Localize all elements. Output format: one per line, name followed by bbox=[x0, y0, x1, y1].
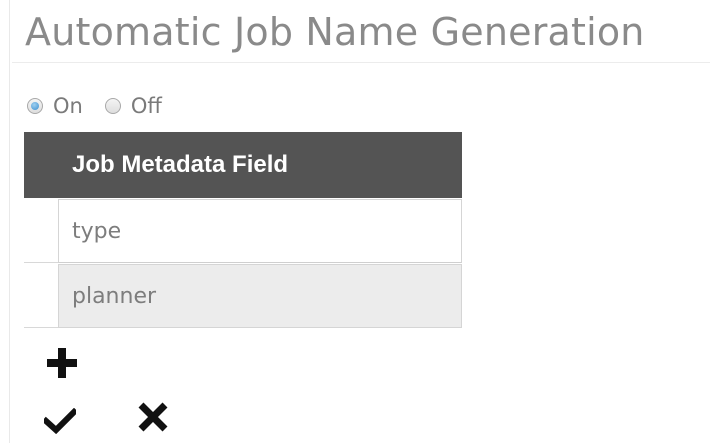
radio-option-off[interactable]: Off bbox=[104, 92, 162, 120]
metadata-field-cell[interactable]: planner bbox=[58, 264, 462, 328]
job-name-generation-toggle: On Off bbox=[27, 92, 184, 120]
add-field-button[interactable] bbox=[44, 345, 80, 381]
section-title: Automatic Job Name Generation bbox=[25, 10, 645, 54]
radio-on-button[interactable] bbox=[27, 98, 43, 114]
radio-on-label: On bbox=[53, 94, 83, 118]
radio-option-on[interactable]: On bbox=[27, 92, 83, 120]
radio-off-button[interactable] bbox=[104, 98, 121, 114]
title-divider bbox=[12, 62, 710, 63]
table-row: type bbox=[24, 199, 462, 263]
metadata-table-header: Job Metadata Field bbox=[24, 132, 462, 198]
row-drag-handle[interactable] bbox=[24, 199, 58, 263]
column-header-job-metadata-field: Job Metadata Field bbox=[72, 151, 289, 178]
row-drag-handle[interactable] bbox=[24, 264, 58, 328]
table-row: planner bbox=[24, 264, 462, 328]
radio-off-label: Off bbox=[130, 94, 162, 118]
check-icon bbox=[41, 407, 79, 435]
cancel-button[interactable] bbox=[136, 400, 170, 434]
plus-icon bbox=[47, 348, 77, 378]
close-icon bbox=[138, 402, 168, 432]
confirm-button[interactable] bbox=[41, 407, 79, 435]
metadata-field-cell[interactable]: type bbox=[58, 199, 462, 263]
